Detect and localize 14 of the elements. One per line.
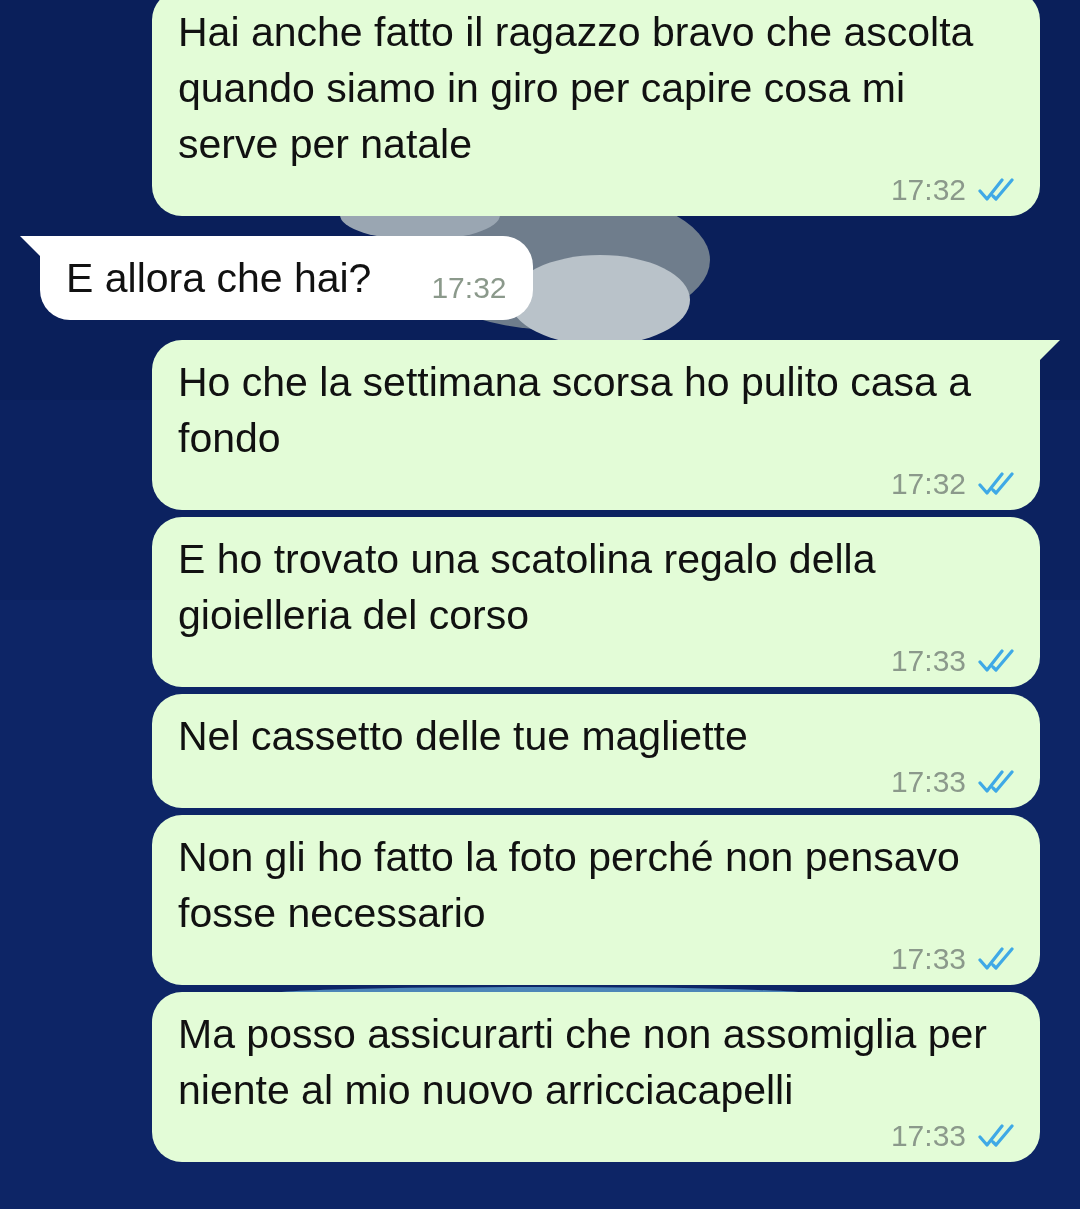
message-time: 17:32 (890, 172, 966, 208)
message-time: 17:32 (890, 466, 966, 502)
message-time: 17:32 (431, 270, 507, 306)
message-text: E allora che hai? (66, 255, 372, 301)
message-text: Nel cassetto delle tue magliette (178, 713, 748, 759)
message-time: 17:33 (890, 764, 966, 800)
message-text: Non gli ho fatto la foto perché non pensavo fosse necessario (178, 834, 960, 936)
message-text: Ma posso assicurarti che non assomiglia per niente al mio nuovo arricciacapelli (178, 1011, 987, 1113)
message-text: Ho che la settimana scorsa ho pulito casa a fondo (178, 359, 972, 461)
message-time: 17:33 (890, 941, 966, 977)
message-time: 17:33 (890, 643, 966, 679)
message-time: 17:33 (890, 1118, 966, 1154)
message-text: Hai anche fatto il ragazzo bravo che ascolta quando siamo in giro per capire cosa mi serve per natale (178, 9, 974, 167)
message-text: E ho trovato una scatolina regalo della gioielleria del corso (178, 536, 876, 638)
